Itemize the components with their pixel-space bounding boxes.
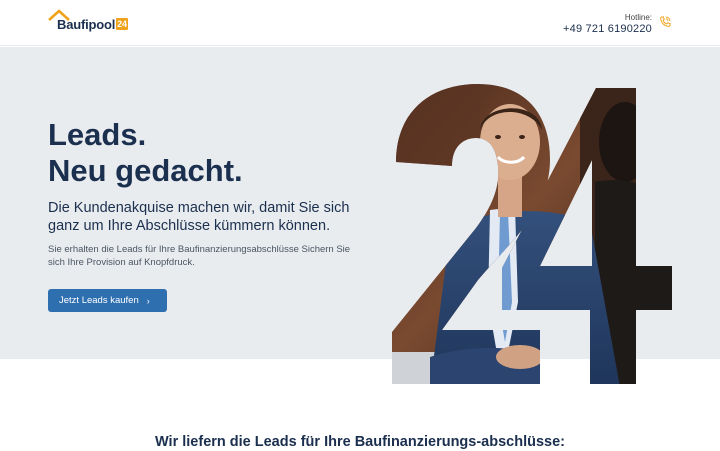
logo-badge: 24 [116,18,128,30]
section-heading: Wir liefern die Leads für Ihre Baufinanz… [0,433,720,451]
buy-leads-button-label: Jetzt Leads kaufen [59,295,139,306]
hotline-label: Hotline: [624,13,652,22]
buy-leads-button[interactable]: Jetzt Leads kaufen › [48,289,167,312]
hotline: Hotline: +49 721 6190220 [563,13,652,36]
chevron-right-icon: › [146,295,150,306]
hero-subline: Die Kundenakquise machen wir, damit Sie … [48,200,350,234]
house-roof-icon [48,9,70,21]
phone-icon[interactable] [658,15,672,29]
headline-line-1: Leads. [48,117,147,152]
heading-text-2: für Ihre [296,434,355,450]
site-header: Baufipool 24 Hotline: +49 721 6190220 [0,0,720,46]
hotline-number[interactable]: +49 721 6190220 [563,23,652,36]
hero-body-text: Sie erhalten die Leads für Ihre Baufinan… [48,244,351,268]
baufipool-logo[interactable]: Baufipool 24 [48,9,128,33]
hero-24-photo-visual [392,84,672,384]
heading-bold-baufinanzierung: Baufinanzierungs-abschlüsse: [354,434,565,450]
heading-bold-leads: Leads [254,434,297,450]
headline-line-2: Neu gedacht. [48,153,243,188]
heading-text-1: Wir liefern die [154,434,255,450]
hero-headline: Leads. Neu gedacht. [48,117,243,189]
